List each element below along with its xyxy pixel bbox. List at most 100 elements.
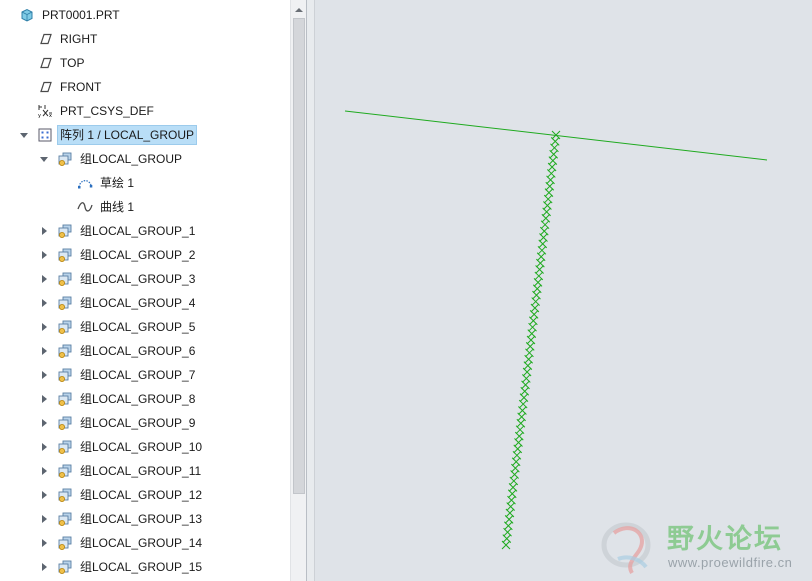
tree-root-part[interactable]: PRT0001.PRT: [0, 4, 123, 26]
expand-right-icon[interactable]: [38, 393, 50, 405]
tree-item-group[interactable]: 组LOCAL_GROUP: [38, 148, 185, 170]
point-cross-marker-icon[interactable]: [501, 540, 511, 550]
datum-plane-icon: [36, 31, 54, 47]
tree-item-label: 组LOCAL_GROUP_8: [80, 392, 196, 406]
tree-item-group[interactable]: 组LOCAL_GROUP_1: [38, 220, 198, 242]
tree-item-label: 组LOCAL_GROUP_4: [80, 296, 196, 310]
expand-right-icon[interactable]: [38, 465, 50, 477]
tree-item-feature[interactable]: 草绘 1: [58, 172, 137, 194]
tree-item-label: 组LOCAL_GROUP: [80, 152, 183, 166]
tree-item-group[interactable]: 组LOCAL_GROUP_13: [38, 508, 205, 530]
tree-item-feature[interactable]: 曲线 1: [58, 196, 137, 218]
svg-text:x: x: [49, 113, 52, 118]
tree-scrollbar[interactable]: [290, 0, 306, 581]
tree-item-datum[interactable]: RIGHT: [18, 28, 100, 50]
tree-item-label: RIGHT: [60, 32, 98, 46]
tree-item-group[interactable]: 组LOCAL_GROUP_7: [38, 364, 198, 386]
tree-item-label: 组LOCAL_GROUP_3: [80, 272, 196, 286]
datum-plane-icon: [36, 55, 54, 71]
tree-item-group[interactable]: 组LOCAL_GROUP_8: [38, 388, 198, 410]
group-icon: [56, 295, 74, 311]
tree-item-group[interactable]: 组LOCAL_GROUP_15: [38, 556, 205, 578]
expand-right-icon[interactable]: [38, 225, 50, 237]
group-icon: [56, 247, 74, 263]
watermark-title: 野火论坛: [667, 524, 783, 555]
group-icon: [56, 463, 74, 479]
tree-item-group[interactable]: 组LOCAL_GROUP_12: [38, 484, 205, 506]
group-icon: [56, 487, 74, 503]
tree-item-group[interactable]: 组LOCAL_GROUP_3: [38, 268, 198, 290]
tree-item-label: PRT0001.PRT: [42, 8, 120, 22]
expand-right-icon[interactable]: [38, 369, 50, 381]
pattern-point-markers[interactable]: [501, 130, 561, 550]
tree-item-label: 组LOCAL_GROUP_6: [80, 344, 196, 358]
tree-item-group[interactable]: 组LOCAL_GROUP_4: [38, 292, 198, 314]
watermark-url: www.proewildfire.cn: [668, 555, 793, 570]
tree-item-group[interactable]: 组LOCAL_GROUP_10: [38, 436, 205, 458]
svg-text:y: y: [38, 113, 41, 118]
tree-item-label: 组LOCAL_GROUP_1: [80, 224, 196, 238]
expand-down-icon[interactable]: [38, 153, 50, 165]
group-icon: [56, 367, 74, 383]
tree-item-group[interactable]: 组LOCAL_GROUP_14: [38, 532, 205, 554]
expand-right-icon[interactable]: [38, 417, 50, 429]
tree-item-pattern[interactable]: 阵列 1 / LOCAL_GROUP: [18, 124, 198, 146]
tree-item-label: TOP: [60, 56, 85, 70]
watermark-logo-icon: [601, 522, 651, 575]
expand-right-icon[interactable]: [38, 321, 50, 333]
tree-item-group[interactable]: 组LOCAL_GROUP_2: [38, 244, 198, 266]
expand-right-icon[interactable]: [38, 273, 50, 285]
tree-item-label: 组LOCAL_GROUP_7: [80, 368, 196, 382]
tree-item-label: 组LOCAL_GROUP_9: [80, 416, 196, 430]
graphics-canvas[interactable]: [315, 0, 812, 581]
tree-item-group[interactable]: 组LOCAL_GROUP_11: [38, 460, 204, 482]
tree-item-group[interactable]: 组LOCAL_GROUP_9: [38, 412, 198, 434]
tree-item-datum[interactable]: TOP: [18, 52, 87, 74]
scroll-up-arrow-icon[interactable]: [291, 2, 306, 18]
group-icon: [56, 559, 74, 575]
tree-item-label: 组LOCAL_GROUP_10: [80, 440, 203, 454]
group-icon: [56, 223, 74, 239]
group-icon: [56, 319, 74, 335]
expand-right-icon[interactable]: [38, 513, 50, 525]
tree-item-label: 阵列 1 / LOCAL_GROUP: [57, 125, 198, 145]
curve-icon: [76, 199, 94, 215]
expand-right-icon[interactable]: [38, 489, 50, 501]
group-icon: [56, 391, 74, 407]
group-icon: [56, 511, 74, 527]
expand-right-icon[interactable]: [38, 249, 50, 261]
tree-item-label: 草绘 1: [100, 176, 135, 190]
forum-watermark: 野火论坛 www.proewildfire.cn: [600, 515, 812, 581]
expand-right-icon[interactable]: [38, 297, 50, 309]
graphics-window[interactable]: [315, 0, 812, 581]
group-icon: [56, 343, 74, 359]
group-icon: [56, 151, 74, 167]
csys-icon: xy: [36, 103, 54, 119]
part-icon: [18, 7, 36, 23]
tree-item-label: 曲线 1: [100, 200, 135, 214]
tree-item-group[interactable]: 组LOCAL_GROUP_6: [38, 340, 198, 362]
expand-down-icon[interactable]: [18, 129, 30, 141]
expand-right-icon[interactable]: [38, 345, 50, 357]
tree-item-datum[interactable]: FRONT: [18, 76, 104, 98]
expand-right-icon[interactable]: [38, 537, 50, 549]
tree-item-group[interactable]: 组LOCAL_GROUP_5: [38, 316, 198, 338]
tree-item-label: PRT_CSYS_DEF: [60, 104, 154, 118]
panel-splitter[interactable]: [307, 0, 315, 581]
group-icon: [56, 415, 74, 431]
tree-item-label: 组LOCAL_GROUP_15: [80, 560, 203, 574]
tree-item-label: 组LOCAL_GROUP_2: [80, 248, 196, 262]
expand-right-icon[interactable]: [38, 561, 50, 573]
sketch-icon: [76, 175, 94, 191]
tree-item-label: 组LOCAL_GROUP_11: [80, 464, 202, 478]
group-icon: [56, 439, 74, 455]
tree-item-datum[interactable]: x y PRT_CSYS_DEF: [18, 100, 157, 122]
tree-item-label: 组LOCAL_GROUP_14: [80, 536, 203, 550]
expand-right-icon[interactable]: [38, 441, 50, 453]
scroll-thumb[interactable]: [293, 18, 305, 494]
